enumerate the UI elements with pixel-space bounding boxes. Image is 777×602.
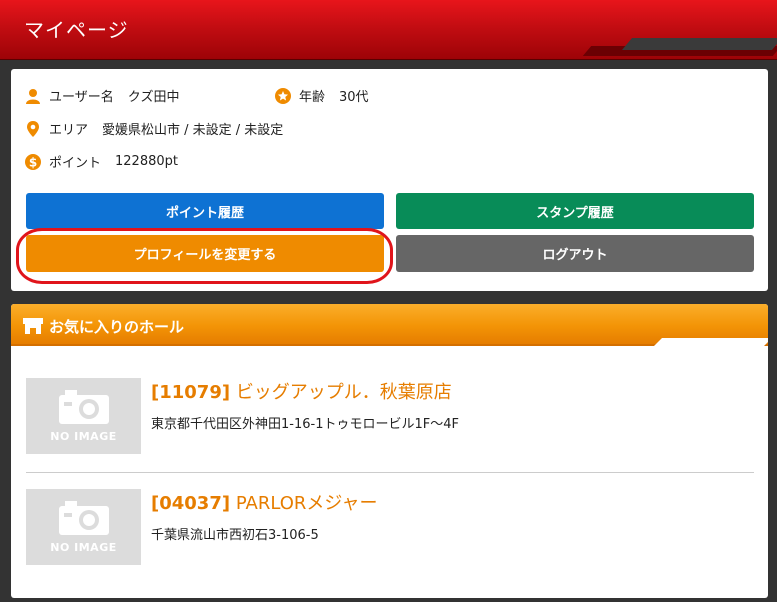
points-label: ポイント	[49, 156, 102, 171]
hall-code: [04037]	[151, 493, 231, 514]
no-image-placeholder: NO IMAGE	[26, 489, 141, 565]
no-image-placeholder: NO IMAGE	[26, 378, 141, 454]
hall-address: 東京都千代田区外神田1-16-1トゥモロービル1F～4F	[151, 417, 459, 432]
coin-icon: $	[25, 153, 41, 170]
svg-text:$: $	[29, 155, 37, 169]
favorites-header: お気に入りのホール	[11, 304, 768, 346]
age-label: 年齢	[299, 90, 326, 105]
no-image-text: NO IMAGE	[50, 429, 117, 443]
logout-button[interactable]: ログアウト	[396, 235, 754, 272]
hall-address: 千葉県流山市西初石3-106-5	[151, 528, 319, 543]
points-row: $ ポイント 122880pt	[25, 152, 178, 171]
favorites-card: お気に入りのホール NO IMAGE [11079] ビッグアップル．秋葉原店 …	[11, 304, 768, 598]
username-value: クズ田中	[127, 90, 180, 105]
page-header: マイページ	[0, 0, 777, 60]
points-value: 122880pt	[115, 154, 178, 169]
point-history-button[interactable]: ポイント履歴	[26, 193, 384, 229]
hall-name: ビッグアップル．秋葉原店	[235, 382, 452, 403]
hall-name-link[interactable]: [11079] ビッグアップル．秋葉原店	[151, 378, 452, 404]
username-row: ユーザー名 クズ田中	[25, 86, 180, 105]
map-marker-icon	[25, 120, 41, 137]
hall-code: [11079]	[151, 382, 231, 403]
change-profile-button[interactable]: プロフィールを変更する	[26, 235, 384, 272]
page-title: マイページ	[24, 18, 129, 42]
profile-card: ユーザー名 クズ田中 年齢 30代 エリア 愛媛県松山市 / 未設定 / 未設定…	[11, 69, 768, 291]
age-row: 年齢 30代	[275, 86, 369, 105]
username-label: ユーザー名	[49, 90, 114, 105]
user-icon	[25, 88, 41, 104]
favorites-header-decoration	[654, 338, 768, 346]
area-row: エリア 愛媛県松山市 / 未設定 / 未設定	[25, 119, 283, 138]
header-decoration-stripe	[621, 38, 777, 50]
no-image-text: NO IMAGE	[50, 540, 117, 554]
hall-item[interactable]: NO IMAGE [04037] PARLORメジャー 千葉県流山市西初石3-1…	[26, 489, 754, 569]
hall-name-link[interactable]: [04037] PARLORメジャー	[151, 489, 378, 515]
camera-icon	[58, 389, 109, 424]
hall-name: PARLORメジャー	[235, 493, 378, 514]
star-icon	[275, 87, 291, 104]
area-label: エリア	[49, 123, 89, 138]
area-value: 愛媛県松山市 / 未設定 / 未設定	[102, 123, 284, 138]
camera-icon	[58, 500, 109, 535]
hall-item[interactable]: NO IMAGE [11079] ビッグアップル．秋葉原店 東京都千代田区外神田…	[26, 378, 754, 458]
age-value: 30代	[339, 90, 369, 105]
divider	[26, 472, 754, 473]
shop-icon	[23, 318, 43, 338]
favorites-title: お気に入りのホール	[49, 318, 185, 336]
stamp-history-button[interactable]: スタンプ履歴	[396, 193, 754, 229]
